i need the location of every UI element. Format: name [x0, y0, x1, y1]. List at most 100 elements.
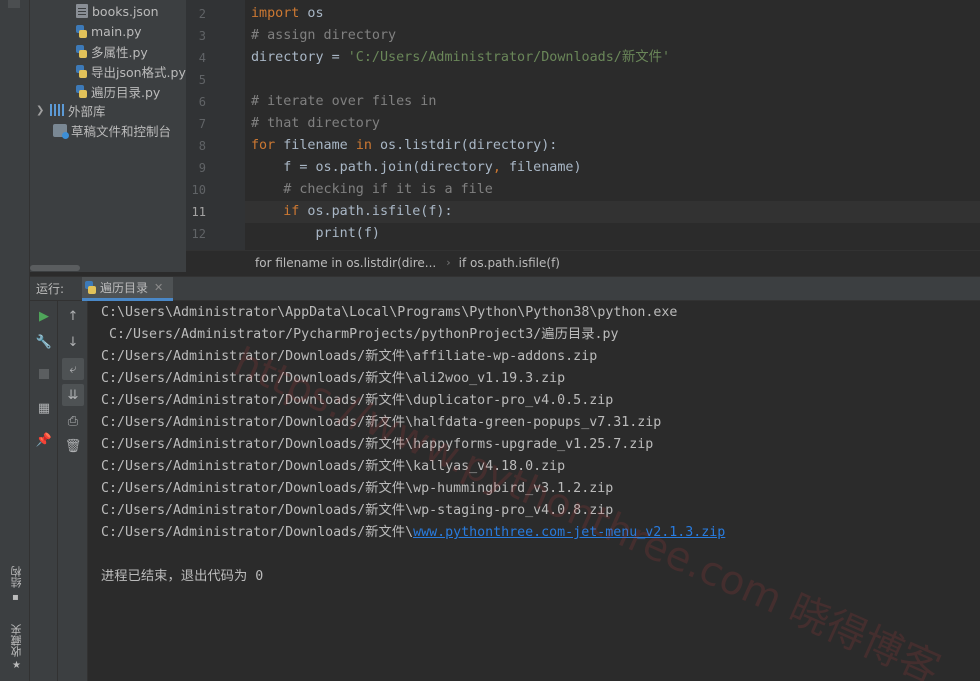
code-line: f = os.path.join(directory, filename)	[251, 157, 581, 179]
keyword: if	[251, 204, 300, 219]
console-line: C:\Users\Administrator\AppData\Local\Pro…	[101, 305, 678, 320]
console-file-link[interactable]: www.pythonthree.com-jet-menu_v2.1.3.zip	[413, 525, 725, 540]
wrench-icon[interactable]: 🔧	[33, 331, 55, 353]
run-tab-traverse-dir[interactable]: 遍历目录 ✕	[82, 277, 174, 301]
console-line: C:/Users/Administrator/PycharmProjects/p…	[101, 327, 619, 342]
code-comment: # that directory	[251, 116, 380, 131]
tree-item-label: 遍历目录.py	[91, 84, 161, 100]
code-comment: # checking if it is a file	[251, 182, 493, 197]
python-file-icon	[75, 24, 88, 38]
line-number: 3	[198, 29, 206, 43]
keyword: in	[355, 138, 372, 153]
python-file-icon	[75, 44, 88, 58]
tree-item-traverse-dir-py[interactable]: 遍历目录.py	[75, 81, 160, 101]
structure-icon: ▪	[12, 592, 19, 603]
layout-icon[interactable]: ▦	[33, 397, 55, 419]
run-label: 运行:	[36, 282, 65, 296]
stop-icon[interactable]	[33, 363, 55, 385]
rerun-icon[interactable]: ▶	[33, 305, 55, 327]
line-number: 12	[191, 227, 206, 241]
python-file-icon	[84, 281, 97, 294]
code-text: os.path.isfile(f):	[299, 204, 453, 219]
line-number: 9	[198, 161, 206, 175]
exit-message: 进程已结束，退出代码为 0	[101, 569, 264, 584]
code-line: import os	[251, 3, 324, 25]
tree-horizontal-scrollbar[interactable]	[30, 265, 80, 271]
run-toolbar-secondary: ↑ ↓ ⤶ ⇊ ⎙ 🗑	[58, 301, 88, 681]
star-icon: ★	[12, 660, 21, 671]
code-text: os	[299, 6, 324, 21]
console-line: C:/Users/Administrator/Downloads/新文件\hap…	[101, 437, 654, 452]
console-line: C:/Users/Administrator/Downloads/新文件\kal…	[101, 459, 566, 474]
tree-item-label: 多属性.py	[91, 44, 148, 60]
scroll-to-end-icon[interactable]: ⇊	[62, 384, 84, 406]
console-line: C:/Users/Administrator/Downloads/新文件\www…	[101, 522, 725, 544]
string-literal: 'C:/Users/Administrator/Downloads/新文件'	[347, 50, 671, 65]
breadcrumb-gutter	[186, 250, 245, 274]
line-number-gutter: 2 3 4 5 6 7 8 9 10 11 12	[186, 0, 245, 250]
breadcrumb-separator-icon: ›	[446, 256, 451, 269]
left-tool-strip: 结构 ▪ 收藏夹 ★	[0, 0, 30, 681]
close-icon[interactable]: ✕	[154, 281, 163, 294]
code-line: for filename in os.listdir(directory):	[251, 135, 557, 157]
line-number: 10	[191, 183, 206, 197]
json-file-icon	[76, 4, 88, 18]
line-number: 6	[198, 95, 206, 109]
line-number-current: 11	[191, 205, 206, 219]
console-line: C:/Users/Administrator/Downloads/新文件\wp-…	[101, 503, 614, 518]
code-line-current: if os.path.isfile(f):	[251, 201, 453, 223]
tree-item-label: 外部库	[68, 103, 106, 119]
run-tool-window-header: 运行: 遍历目录 ✕	[30, 276, 980, 301]
console-line: C:/Users/Administrator/Downloads/新文件\aff…	[101, 349, 598, 364]
chevron-right-icon[interactable]: ❯	[36, 105, 50, 116]
trash-icon[interactable]: 🗑	[62, 435, 84, 457]
code-line: print(f)	[251, 226, 380, 241]
breadcrumb: for filename in os.listdir(dire... › if …	[245, 250, 980, 274]
project-tree: books.json main.py 多属性.py 导出json格式.py 遍历…	[30, 0, 186, 272]
tree-item-external-libraries[interactable]: ❯ 外部库	[36, 100, 106, 120]
code-editor[interactable]: import os # assign directory directory =…	[245, 0, 980, 250]
python-file-icon	[75, 64, 88, 78]
line-number: 2	[198, 7, 206, 21]
run-console[interactable]: C:\Users\Administrator\AppData\Local\Pro…	[88, 301, 980, 681]
tree-item-label: main.py	[91, 23, 142, 39]
line-number: 5	[198, 73, 206, 87]
scratches-icon	[53, 123, 69, 139]
code-punctuation: ,	[492, 160, 501, 175]
arrow-up-icon[interactable]: ↑	[62, 305, 84, 327]
line-number: 8	[198, 139, 206, 153]
soft-wrap-icon[interactable]: ⤶	[62, 358, 84, 380]
tree-item-multi-attr-py[interactable]: 多属性.py	[75, 41, 148, 61]
python-file-icon	[75, 84, 88, 98]
code-text: os.listdir(directory):	[371, 138, 558, 153]
tree-item-books-json[interactable]: books.json	[76, 1, 159, 21]
keyword: for	[251, 138, 276, 153]
run-tab-label: 遍历目录	[100, 281, 149, 295]
code-comment: # iterate over files in	[251, 94, 437, 109]
tree-item-scratches[interactable]: 草稿文件和控制台	[53, 120, 171, 140]
console-line: C:/Users/Administrator/Downloads/新文件\ali…	[101, 371, 566, 386]
favorites-tab[interactable]: 收藏夹	[9, 624, 25, 657]
console-line: C:/Users/Administrator/Downloads/新文件\wp-…	[101, 481, 614, 496]
code-text: filename	[275, 138, 356, 153]
code-text: directory =	[251, 50, 348, 65]
breadcrumb-item-if[interactable]: if os.path.isfile(f)	[459, 256, 560, 270]
tree-item-label: books.json	[92, 3, 159, 19]
pin-icon[interactable]: 📌	[33, 429, 55, 451]
code-text: f = os.path.join(directory	[251, 160, 493, 175]
strip-top-accent	[8, 0, 20, 8]
breadcrumb-item-for[interactable]: for filename in os.listdir(dire...	[255, 256, 436, 270]
structure-tab[interactable]: 结构	[9, 566, 25, 588]
console-path-prefix: C:/Users/Administrator/Downloads/新文件\	[101, 525, 414, 540]
line-number: 4	[198, 51, 206, 65]
tree-item-export-json-py[interactable]: 导出json格式.py	[75, 61, 186, 81]
tree-item-label: 草稿文件和控制台	[71, 123, 172, 139]
line-number: 7	[198, 117, 206, 131]
console-line: C:/Users/Administrator/Downloads/新文件\hal…	[101, 415, 662, 430]
keyword: import	[251, 6, 300, 21]
tree-item-main-py[interactable]: main.py	[75, 21, 142, 41]
console-line: C:/Users/Administrator/Downloads/新文件\dup…	[101, 393, 614, 408]
arrow-down-icon[interactable]: ↓	[62, 331, 84, 353]
print-icon[interactable]: ⎙	[62, 410, 84, 432]
tree-item-label: 导出json格式.py	[91, 64, 186, 80]
